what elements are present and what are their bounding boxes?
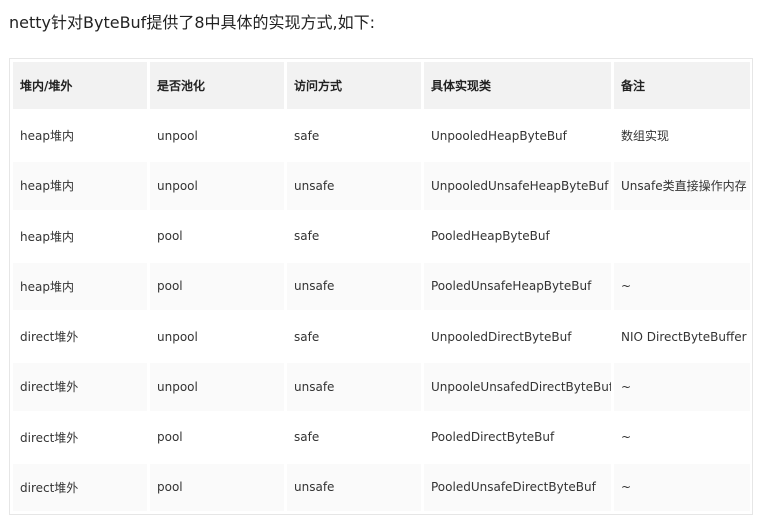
intro-paragraph: netty针对ByteBuf提供了8中具体的实现方式,如下: — [9, 13, 375, 32]
table-row: direct堆外 unpool unsafe UnpooleUnsafedDir… — [13, 363, 750, 411]
header-heap-or-direct: 堆内/堆外 — [13, 62, 147, 109]
document-page: netty针对ByteBuf提供了8中具体的实现方式,如下: 堆内/堆外 是否池… — [0, 0, 769, 524]
cell-heap-or-direct: direct堆外 — [13, 363, 147, 411]
cell-remarks: 数组实现 — [614, 112, 750, 160]
cell-access-mode: safe — [287, 112, 421, 160]
cell-impl-class: PooledDirectByteBuf — [424, 413, 611, 461]
cell-pooled: unpool — [150, 112, 284, 160]
cell-pooled: pool — [150, 212, 284, 260]
cell-access-mode: unsafe — [287, 262, 421, 310]
cell-pooled: unpool — [150, 313, 284, 361]
cell-heap-or-direct: heap堆内 — [13, 212, 147, 260]
cell-access-mode: unsafe — [287, 463, 421, 511]
header-pooled: 是否池化 — [150, 62, 284, 109]
cell-remarks: NIO DirectByteBuffer — [614, 313, 750, 361]
bytebuf-table-container: 堆内/堆外 是否池化 访问方式 具体实现类 备注 heap堆内 unpool s… — [9, 58, 753, 515]
table-row: direct堆外 pool safe PooledDirectByteBuf ~ — [13, 413, 750, 461]
table-row: heap堆内 pool unsafe PooledUnsafeHeapByteB… — [13, 262, 750, 310]
cell-pooled: pool — [150, 463, 284, 511]
cell-impl-class: UnpooledUnsafeHeapByteBuf — [424, 162, 611, 210]
cell-heap-or-direct: heap堆内 — [13, 112, 147, 160]
table-row: heap堆内 unpool unsafe UnpooledUnsafeHeapB… — [13, 162, 750, 210]
cell-remarks: ~ — [614, 262, 750, 310]
bytebuf-implementations-table: 堆内/堆外 是否池化 访问方式 具体实现类 备注 heap堆内 unpool s… — [10, 59, 753, 514]
cell-impl-class: PooledUnsafeDirectByteBuf — [424, 463, 611, 511]
cell-access-mode: safe — [287, 413, 421, 461]
cell-remarks: ~ — [614, 363, 750, 411]
cell-remarks: Unsafe类直接操作内存 — [614, 162, 750, 210]
cell-pooled: unpool — [150, 363, 284, 411]
cell-heap-or-direct: direct堆外 — [13, 463, 147, 511]
table-row: direct堆外 pool unsafe PooledUnsafeDirectB… — [13, 463, 750, 511]
header-remarks: 备注 — [614, 62, 750, 109]
table-header-row: 堆内/堆外 是否池化 访问方式 具体实现类 备注 — [13, 62, 750, 109]
cell-impl-class: UnpooleUnsafedDirectByteBuf — [424, 363, 611, 411]
cell-access-mode: unsafe — [287, 162, 421, 210]
cell-access-mode: safe — [287, 212, 421, 260]
cell-heap-or-direct: direct堆外 — [13, 413, 147, 461]
cell-heap-or-direct: heap堆内 — [13, 162, 147, 210]
cell-pooled: pool — [150, 262, 284, 310]
cell-impl-class: UnpooledHeapByteBuf — [424, 112, 611, 160]
cell-pooled: unpool — [150, 162, 284, 210]
cell-heap-or-direct: heap堆内 — [13, 262, 147, 310]
cell-remarks — [614, 212, 750, 260]
cell-impl-class: UnpooledDirectByteBuf — [424, 313, 611, 361]
cell-access-mode: unsafe — [287, 363, 421, 411]
cell-remarks: ~ — [614, 413, 750, 461]
cell-access-mode: safe — [287, 313, 421, 361]
table-row: heap堆内 pool safe PooledHeapByteBuf — [13, 212, 750, 260]
header-impl-class: 具体实现类 — [424, 62, 611, 109]
cell-pooled: pool — [150, 413, 284, 461]
header-access-mode: 访问方式 — [287, 62, 421, 109]
cell-remarks: ~ — [614, 463, 750, 511]
cell-impl-class: PooledUnsafeHeapByteBuf — [424, 262, 611, 310]
cell-impl-class: PooledHeapByteBuf — [424, 212, 611, 260]
table-row: heap堆内 unpool safe UnpooledHeapByteBuf 数… — [13, 112, 750, 160]
table-row: direct堆外 unpool safe UnpooledDirectByteB… — [13, 313, 750, 361]
cell-heap-or-direct: direct堆外 — [13, 313, 147, 361]
